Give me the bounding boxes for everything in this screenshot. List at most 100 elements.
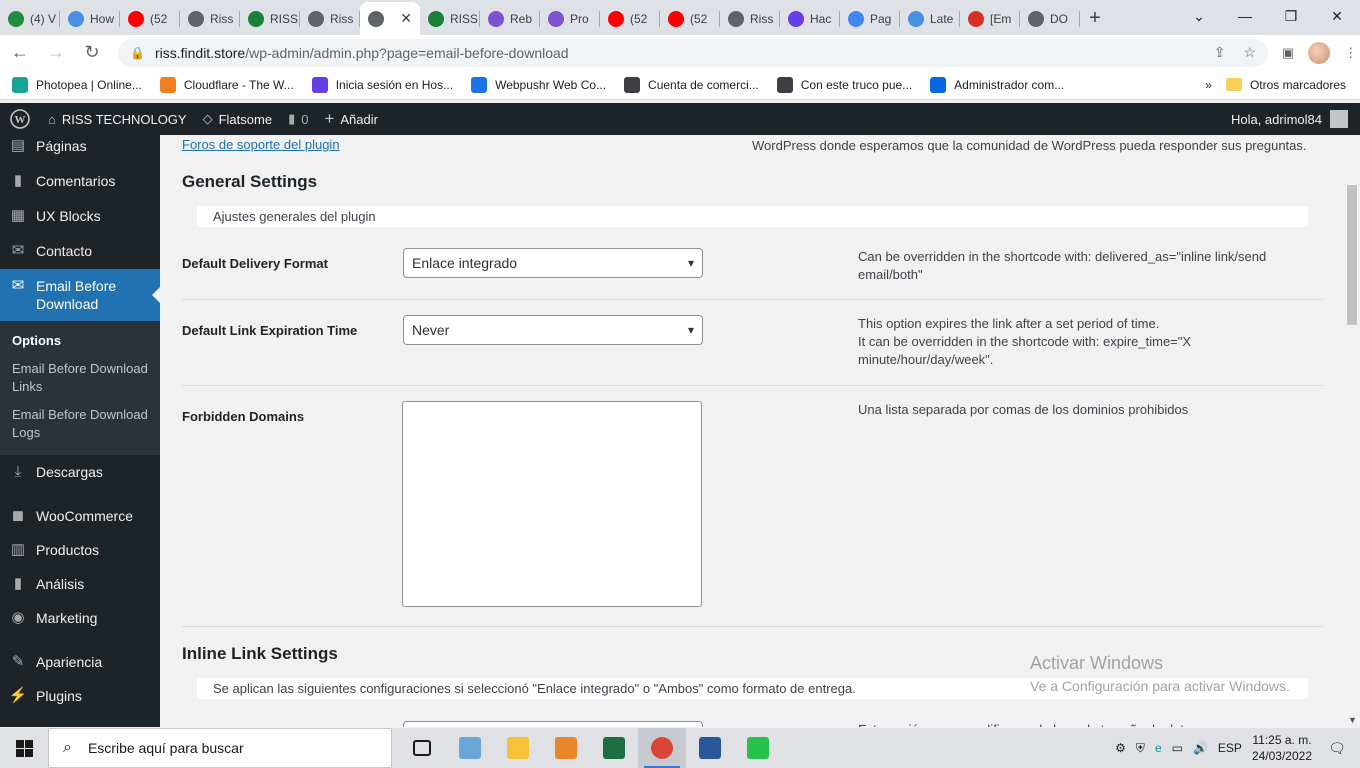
sidebar-item-p-ginas[interactable]: ▤ Páginas <box>0 135 160 164</box>
sidebar-item-an-lisis[interactable]: ▮ Análisis <box>0 567 160 601</box>
browser-tab[interactable]: Riss <box>300 2 360 35</box>
close-window-button[interactable]: ✕ <box>1314 0 1360 32</box>
taskbar-search[interactable]: ⌕ Escribe aquí para buscar <box>48 728 392 768</box>
close-tab-icon[interactable]: ✕ <box>400 10 412 27</box>
submenu-item[interactable]: Options <box>0 327 160 355</box>
browser-tab[interactable]: (52 <box>660 2 720 35</box>
sidebar-item-email-before-download[interactable]: ✉ Email Before Download <box>0 269 160 321</box>
edge-icon[interactable]: e <box>1155 741 1162 755</box>
tab-favicon-icon <box>608 10 624 27</box>
address-bar[interactable]: 🔒 riss.findit.store/wp-admin/admin.php?p… <box>118 38 1268 67</box>
my-account[interactable]: Hola, adrimol84 <box>1231 110 1360 128</box>
taskbar-app-chrome[interactable] <box>638 728 686 768</box>
sidebar-item-comentarios[interactable]: ▮ Comentarios <box>0 164 160 199</box>
new-tab-button[interactable]: + <box>1080 2 1110 35</box>
scroll-down-arrow[interactable]: ▼ <box>1348 715 1357 725</box>
bookmark-item[interactable]: Cuenta de comerci... <box>624 76 759 93</box>
wp-logo-button[interactable]: W <box>0 103 40 135</box>
browser-tab[interactable]: How <box>60 2 120 35</box>
other-bookmarks-folder[interactable]: Otros marcadores <box>1225 78 1346 92</box>
browser-tab[interactable]: RISS <box>420 2 480 35</box>
sidebar-item-ux-blocks[interactable]: ▦ UX Blocks <box>0 199 160 234</box>
tab-search-icon[interactable]: ⌄ <box>1176 0 1222 32</box>
add-new-link[interactable]: + Añadir <box>316 103 386 135</box>
network-activity-icon[interactable]: ⚙ <box>1115 741 1126 755</box>
browser-tab[interactable]: ✕ <box>360 2 420 35</box>
start-button[interactable] <box>0 728 48 768</box>
sidebar-item-label: Apariencia <box>36 654 103 670</box>
sidebar-item-descargas[interactable]: ⤓ Descargas <box>0 455 160 489</box>
minimize-button[interactable]: — <box>1222 0 1268 32</box>
submenu-item[interactable]: Email Before Download Logs <box>0 401 160 447</box>
browser-tab[interactable]: RISS <box>240 2 300 35</box>
comments-link[interactable]: ▮ 0 <box>280 103 316 135</box>
sidebar-item-woocommerce[interactable]: ◼ WooCommerce <box>0 499 160 533</box>
bookmark-favicon-icon <box>930 76 947 93</box>
bookmark-item[interactable]: Cloudflare - The W... <box>159 76 294 93</box>
profile-avatar[interactable] <box>1308 41 1331 64</box>
taskbar-app-wps-writer[interactable] <box>542 728 590 768</box>
delivery-format-select[interactable]: Enlace integrado ▾ <box>403 248 703 278</box>
share-icon[interactable]: ⇪ <box>1214 44 1226 61</box>
notifications-icon[interactable]: 🗨 <box>1322 728 1352 768</box>
bookmark-item[interactable]: Con este truco pue... <box>776 76 912 93</box>
security-shield-icon[interactable]: ⛨ <box>1136 741 1145 756</box>
submenu-item[interactable]: Email Before Download Links <box>0 355 160 401</box>
volume-icon[interactable]: 🔊 <box>1193 741 1208 755</box>
more-bookmarks-button[interactable]: » <box>1205 78 1212 92</box>
browser-tab[interactable]: (4) V <box>0 2 60 35</box>
taskbar-app-notes[interactable] <box>446 728 494 768</box>
back-button[interactable]: ← <box>4 37 36 69</box>
site-name-link[interactable]: ⌂ RISS TECHNOLOGY <box>40 103 195 135</box>
sidebar-item-contacto[interactable]: ✉ Contacto <box>0 234 160 269</box>
bookmark-favicon-icon <box>159 76 176 93</box>
browser-tab[interactable]: Late <box>900 2 960 35</box>
extensions-icon[interactable]: ▣ <box>1282 45 1294 61</box>
forward-button[interactable]: → <box>40 37 72 69</box>
bookmark-item[interactable]: Administrador com... <box>930 76 1064 93</box>
display-icon[interactable]: ▭ <box>1172 741 1183 755</box>
taskbar-app-word[interactable] <box>686 728 734 768</box>
bookmark-item[interactable]: Webpushr Web Co... <box>471 76 606 93</box>
svg-text:W: W <box>15 114 26 126</box>
mail-icon: ✉ <box>11 242 25 259</box>
inline-link-select[interactable] <box>403 721 703 727</box>
clock[interactable]: 11:25 a. m. 24/03/2022 <box>1252 732 1312 764</box>
scrollbar-thumb[interactable] <box>1347 185 1357 325</box>
bookmark-label: Inicia sesión en Hos... <box>335 77 454 92</box>
bookmark-item[interactable]: Inicia sesión en Hos... <box>311 76 454 93</box>
browser-tab[interactable]: Hac <box>780 2 840 35</box>
browser-tab[interactable]: Pag <box>840 2 900 35</box>
browser-tab[interactable]: Reb <box>480 2 540 35</box>
sidebar-item-apariencia[interactable]: ✎ Apariencia <box>0 645 160 679</box>
browser-tab[interactable]: (52 <box>600 2 660 35</box>
maximize-button[interactable]: ❐ <box>1268 0 1314 32</box>
link-expiration-select[interactable]: Never ▾ <box>403 315 703 345</box>
taskbar-app-file-explorer[interactable] <box>494 728 542 768</box>
browser-tab[interactable]: Riss <box>720 2 780 35</box>
browser-tab[interactable]: Pro <box>540 2 600 35</box>
taskbar-app-task-view[interactable] <box>398 728 446 768</box>
page-scrollbar[interactable]: ▼ <box>1344 135 1360 727</box>
tab-label: DO <box>1050 11 1068 26</box>
browser-tab[interactable]: Riss <box>180 2 240 35</box>
sidebar-item-plugins[interactable]: ⚡ Plugins <box>0 679 160 713</box>
browser-tab[interactable]: DO <box>1020 2 1080 35</box>
browser-tab[interactable]: [Em <box>960 2 1020 35</box>
marketing-icon: ◉ <box>11 609 25 626</box>
windows-taskbar: ⌕ Escribe aquí para buscar ⚙ ⛨ e ▭ 🔊 ESP… <box>0 728 1360 768</box>
forbidden-domains-textarea[interactable] <box>402 401 702 607</box>
taskbar-app-pen-app[interactable] <box>734 728 782 768</box>
sidebar-item-marketing[interactable]: ◉ Marketing <box>0 601 160 635</box>
taskbar-app-excel[interactable] <box>590 728 638 768</box>
tab-favicon-icon <box>368 10 384 27</box>
language-indicator[interactable]: ESP <box>1218 741 1242 755</box>
bookmark-item[interactable]: Photopea | Online... <box>12 76 142 93</box>
reload-button[interactable]: ↻ <box>76 37 108 69</box>
bookmark-star-icon[interactable]: ☆ <box>1243 44 1256 61</box>
sidebar-item-productos[interactable]: ▥ Productos <box>0 533 160 567</box>
browser-tab[interactable]: (52 <box>120 2 180 35</box>
menu-kebab-icon[interactable]: ⋮ <box>1344 45 1357 61</box>
theme-link[interactable]: ◇ Flatsome <box>195 103 280 135</box>
support-forum-link[interactable]: Foros de soporte del plugin <box>182 137 340 152</box>
